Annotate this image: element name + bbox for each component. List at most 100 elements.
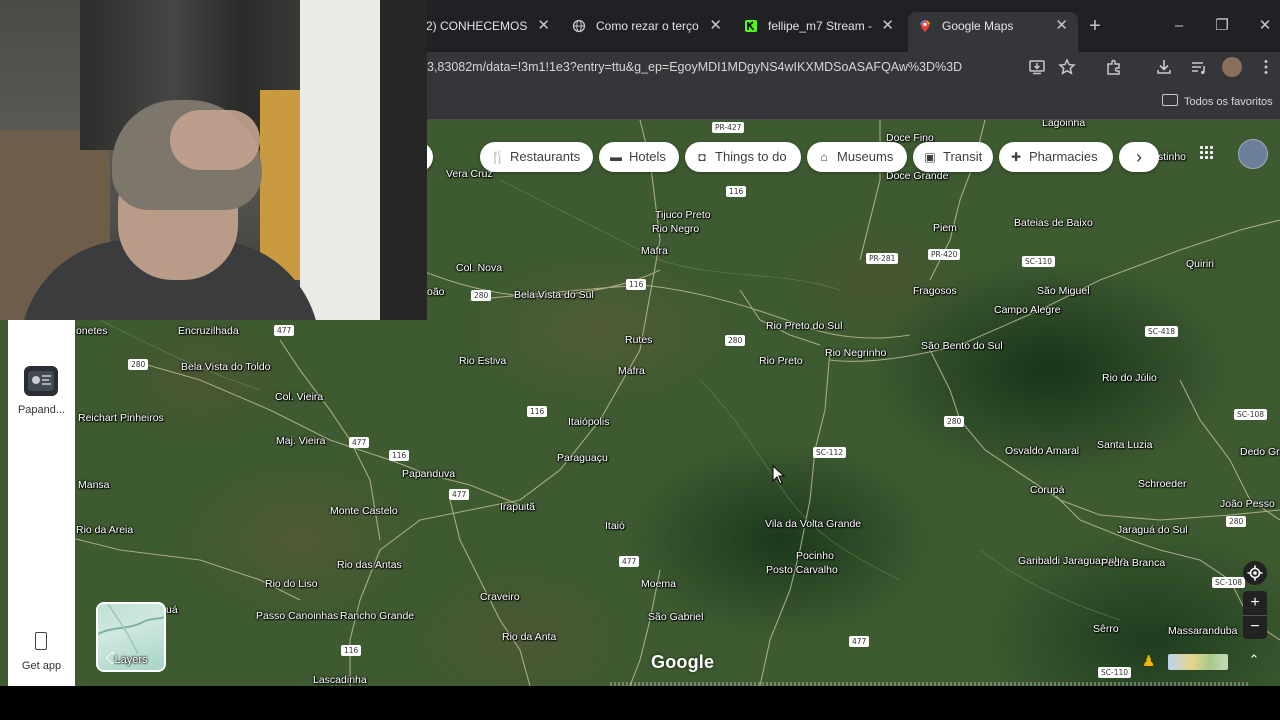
place-label[interactable]: Maj. Vieira — [276, 435, 325, 447]
place-label[interactable]: Mafra — [641, 245, 668, 257]
place-label[interactable]: Irapuitã — [500, 501, 535, 513]
place-label[interactable]: Massaranduba — [1168, 625, 1237, 637]
tab-close-icon[interactable]: ✕ — [537, 12, 550, 40]
place-label[interactable]: Itaió — [605, 520, 625, 532]
place-label[interactable]: Posto Carvalho — [766, 564, 838, 576]
expand-chevron-icon[interactable]: ⌃ — [1244, 650, 1264, 670]
place-label[interactable]: Pocinho — [796, 550, 834, 562]
account-avatar[interactable] — [1238, 139, 1268, 169]
all-bookmarks-button[interactable]: Todos os favoritos — [1162, 94, 1273, 108]
place-label[interactable]: Quiriri — [1186, 258, 1214, 270]
place-label[interactable]: Lagoinha — [1042, 120, 1085, 129]
tab-google-maps[interactable]: Google Maps ✕ — [908, 12, 1078, 52]
place-label[interactable]: Schroeder — [1138, 478, 1186, 490]
place-label[interactable]: Papanduva — [402, 468, 455, 480]
place-label[interactable]: Rio Preto do Sul — [766, 320, 842, 332]
place-label[interactable]: Bela Vista do Sul — [514, 289, 594, 301]
imagery-thumbnails[interactable] — [1168, 654, 1228, 670]
place-label[interactable]: Santa Luzia — [1097, 439, 1152, 451]
media-playlist-icon[interactable] — [1189, 57, 1209, 77]
bookmark-star-icon[interactable] — [1057, 57, 1077, 77]
restore-button[interactable]: ❐ — [1210, 14, 1234, 38]
place-label[interactable]: Rio da Areia — [76, 524, 133, 536]
tab-conhecemos[interactable]: 2) CONHECEMOS A ✕ — [416, 12, 560, 40]
chip-transit[interactable]: ▣ Transit — [913, 142, 993, 172]
place-label[interactable]: Craveiro — [480, 591, 520, 603]
extensions-icon[interactable] — [1104, 57, 1124, 77]
place-label[interactable]: Rio Negrinho — [825, 347, 886, 359]
place-label[interactable]: São Miguel — [1037, 285, 1090, 297]
tab-close-icon[interactable]: ✕ — [709, 12, 722, 40]
chip-restaurants[interactable]: 🍴 Restaurants — [480, 142, 593, 172]
recent-place-thumbnail[interactable] — [24, 366, 58, 396]
place-label[interactable]: Moema — [641, 578, 676, 590]
my-location-button[interactable] — [1243, 561, 1267, 585]
chip-pharmacies[interactable]: ✚ Pharmacies — [999, 142, 1113, 172]
place-label[interactable]: Itaiópolis — [568, 416, 609, 428]
more-menu-icon[interactable] — [1256, 57, 1276, 77]
zoom-out-button[interactable]: − — [1243, 615, 1267, 640]
recent-place-label[interactable]: Papand... — [8, 404, 75, 416]
place-label[interactable]: Pedra Branca — [1101, 557, 1165, 569]
place-label[interactable]: São Bento do Sul — [921, 340, 1003, 352]
place-label[interactable]: Lascadinha — [313, 674, 367, 686]
place-label[interactable]: Rio das Antas — [337, 559, 402, 571]
place-label[interactable]: Dedo Gr — [1240, 446, 1280, 458]
install-app-icon[interactable] — [1027, 57, 1047, 77]
place-label[interactable]: Reichart Pinheiros — [78, 412, 164, 424]
close-window-button[interactable]: ✕ — [1253, 14, 1277, 38]
place-label[interactable]: Rutes — [625, 334, 652, 346]
place-label[interactable]: Sêrro — [1093, 623, 1119, 635]
address-bar[interactable]: 3,83082m/data=!3m1!1e3?entry=ttu&g_ep=Eg… — [427, 52, 962, 82]
layers-button[interactable]: Layers — [96, 602, 166, 672]
get-app-label[interactable]: Get app — [8, 660, 75, 672]
tab-como-rezar[interactable]: Como rezar o terço ✕ — [562, 12, 732, 40]
place-label[interactable]: Mafra — [618, 365, 645, 377]
tab-close-icon[interactable]: ✕ — [881, 12, 894, 40]
place-label[interactable]: Col. Nova — [456, 262, 502, 274]
tab-close-icon[interactable]: ✕ — [1055, 12, 1068, 40]
place-label[interactable]: Bateias de Baixo — [1014, 217, 1093, 229]
place-label[interactable]: Osvaldo Amaral — [1005, 445, 1079, 457]
place-label[interactable]: Garibaldi Jaraguazinho — [1018, 555, 1126, 567]
place-label[interactable]: São Gabriel — [648, 611, 703, 623]
download-icon[interactable] — [1154, 57, 1174, 77]
place-label[interactable]: Rio da Anta — [502, 631, 556, 643]
chip-things-to-do[interactable]: ◘ Things to do — [685, 142, 801, 172]
chip-hotels[interactable]: ▬ Hotels — [599, 142, 679, 172]
place-label[interactable]: Rio Estiva — [459, 355, 506, 367]
phone-icon[interactable] — [35, 632, 47, 650]
place-label[interactable]: Vila da Volta Grande — [765, 518, 861, 530]
place-label[interactable]: Campo Alegre — [994, 304, 1061, 316]
place-label[interactable]: Mansa — [78, 479, 110, 491]
place-label[interactable]: onetes — [76, 325, 108, 337]
place-label[interactable]: Rio Preto — [759, 355, 803, 367]
place-label[interactable]: Jaraguá do Sul — [1117, 524, 1188, 536]
place-label[interactable]: Piem — [933, 222, 957, 234]
place-label[interactable]: Encruzilhada — [178, 325, 239, 337]
place-label[interactable]: Tijuco Preto — [655, 209, 711, 221]
place-label[interactable]: Fragosos — [913, 285, 957, 297]
chip-museums[interactable]: ⌂ Museums — [807, 142, 907, 172]
place-label[interactable]: Rio do Júlio — [1102, 372, 1157, 384]
profile-avatar[interactable] — [1222, 57, 1242, 77]
place-label[interactable]: Vera Cruz — [446, 168, 493, 180]
place-label[interactable]: uá — [166, 604, 178, 616]
chips-next-button[interactable]: › — [1119, 142, 1159, 172]
place-label[interactable]: stinho — [1158, 151, 1186, 163]
place-label[interactable]: Col. Vieira — [275, 391, 323, 403]
place-label[interactable]: João Pesso — [1220, 498, 1275, 510]
place-label[interactable]: Rio Negro — [652, 223, 699, 235]
new-tab-button[interactable]: + — [1084, 14, 1106, 38]
place-label[interactable]: Corupá — [1030, 484, 1064, 496]
place-label[interactable]: Rio do Liso — [265, 578, 318, 590]
pegman-icon[interactable]: ♟ — [1142, 652, 1155, 670]
place-label[interactable]: Passo Canoinhas — [256, 610, 338, 622]
place-label[interactable]: Paraguaçu — [557, 452, 608, 464]
minimize-button[interactable]: – — [1167, 14, 1191, 38]
place-label[interactable]: Bela Vista do Toldo — [181, 361, 271, 373]
tab-kick-stream[interactable]: fellipe_m7 Stream - V ✕ — [734, 12, 904, 40]
place-label[interactable]: oão — [427, 286, 445, 298]
place-label[interactable]: Rancho Grande — [340, 610, 414, 622]
place-label[interactable]: Monte Castelo — [330, 505, 398, 517]
